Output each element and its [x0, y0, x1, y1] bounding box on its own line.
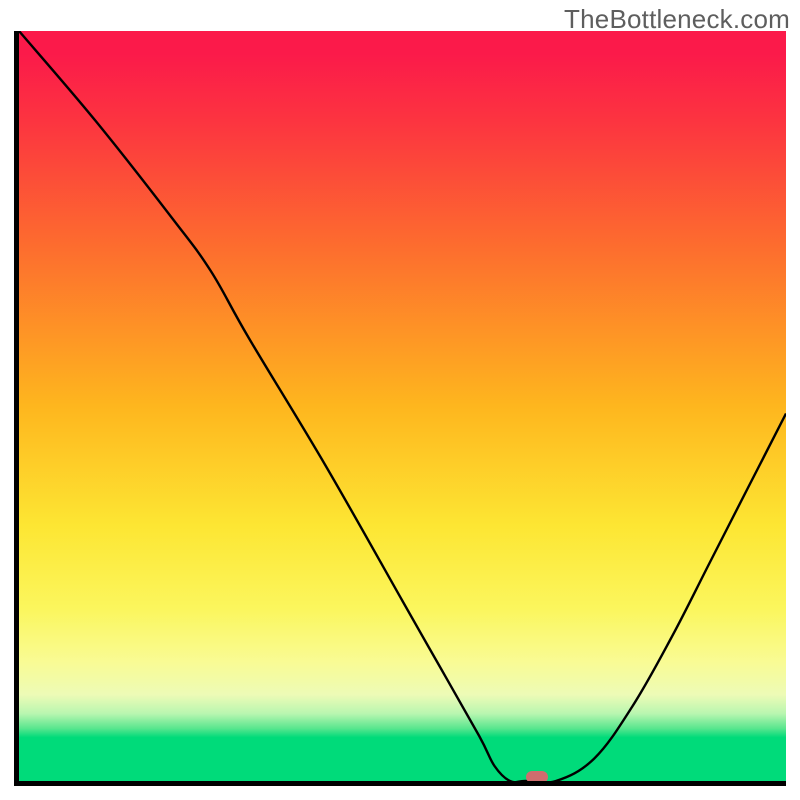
- optimal-marker: [526, 771, 548, 783]
- bottleneck-curve-path: [19, 31, 786, 783]
- watermark-text: TheBottleneck.com: [564, 4, 790, 35]
- chart-plot-area: [14, 31, 786, 786]
- chart-frame: TheBottleneck.com: [0, 0, 800, 800]
